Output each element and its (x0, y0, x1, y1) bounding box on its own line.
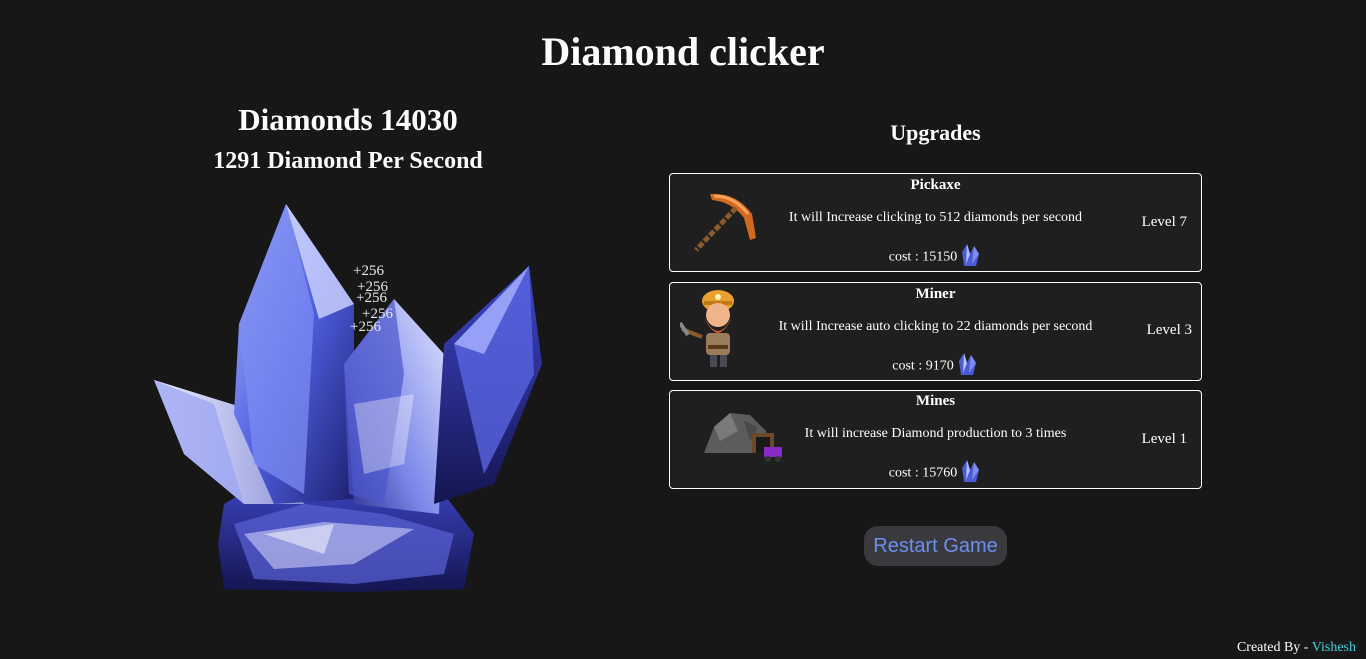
upgrade-cost: cost : 15150 (670, 242, 1201, 273)
diamond-count: Diamonds 14030 (238, 102, 458, 137)
upgrade-name: Pickaxe (910, 177, 961, 193)
restart-game-button[interactable]: Restart Game (864, 526, 1007, 566)
diamond-crystal-button[interactable]: +256 +256 +256 +256 +256 (154, 204, 546, 594)
upgrade-cost-text: cost : 15150 (888, 249, 958, 265)
upgrade-description: It will Increase auto clicking to 22 dia… (778, 319, 1093, 334)
upgrade-level: Level 3 (1146, 322, 1192, 338)
game-page: Diamond clicker Diamonds 14030 1291 Diam… (0, 0, 1366, 659)
upgrade-description: It will Increase clicking to 512 diamond… (788, 210, 1083, 225)
author-link[interactable]: Vishesh (1312, 640, 1356, 655)
upgrade-card-pickaxe[interactable]: Pickaxe It will Increase clicking to 512… (669, 173, 1202, 272)
upgrade-card-mines[interactable]: Mines It will increase Diamond productio… (669, 390, 1202, 489)
stats-panel: Diamonds 14030 1291 Diamond Per Second +… (100, 100, 596, 592)
upgrade-cost: cost : 9170 (670, 351, 1201, 382)
upgrade-cost: cost : 15760 (670, 458, 1201, 489)
upgrade-name: Mines (915, 393, 956, 409)
upgrade-level: Level 1 (1141, 431, 1187, 447)
app-title: Diamond clicker (541, 29, 825, 74)
upgrade-card-miner[interactable]: Miner It will Increase auto clicking to … (669, 282, 1202, 381)
diamonds-per-second: 1291 Diamond Per Second (213, 148, 483, 174)
diamond-gem-icon (955, 351, 979, 382)
upgrade-name: Miner (915, 286, 956, 302)
footer-credit: Created By - Vishesh (1237, 640, 1356, 656)
upgrades-heading: Upgrades (890, 120, 981, 145)
upgrade-description: It will increase Diamond production to 3… (804, 426, 1067, 441)
footer-prefix: Created By - (1236, 640, 1312, 655)
upgrade-cost-text: cost : 15760 (888, 465, 958, 481)
upgrade-level: Level 7 (1141, 214, 1187, 230)
upgrade-cost-text: cost : 9170 (892, 358, 954, 374)
diamond-crystal-icon (154, 204, 542, 592)
diamond-gem-icon (958, 458, 982, 489)
diamond-gem-icon (958, 242, 982, 273)
